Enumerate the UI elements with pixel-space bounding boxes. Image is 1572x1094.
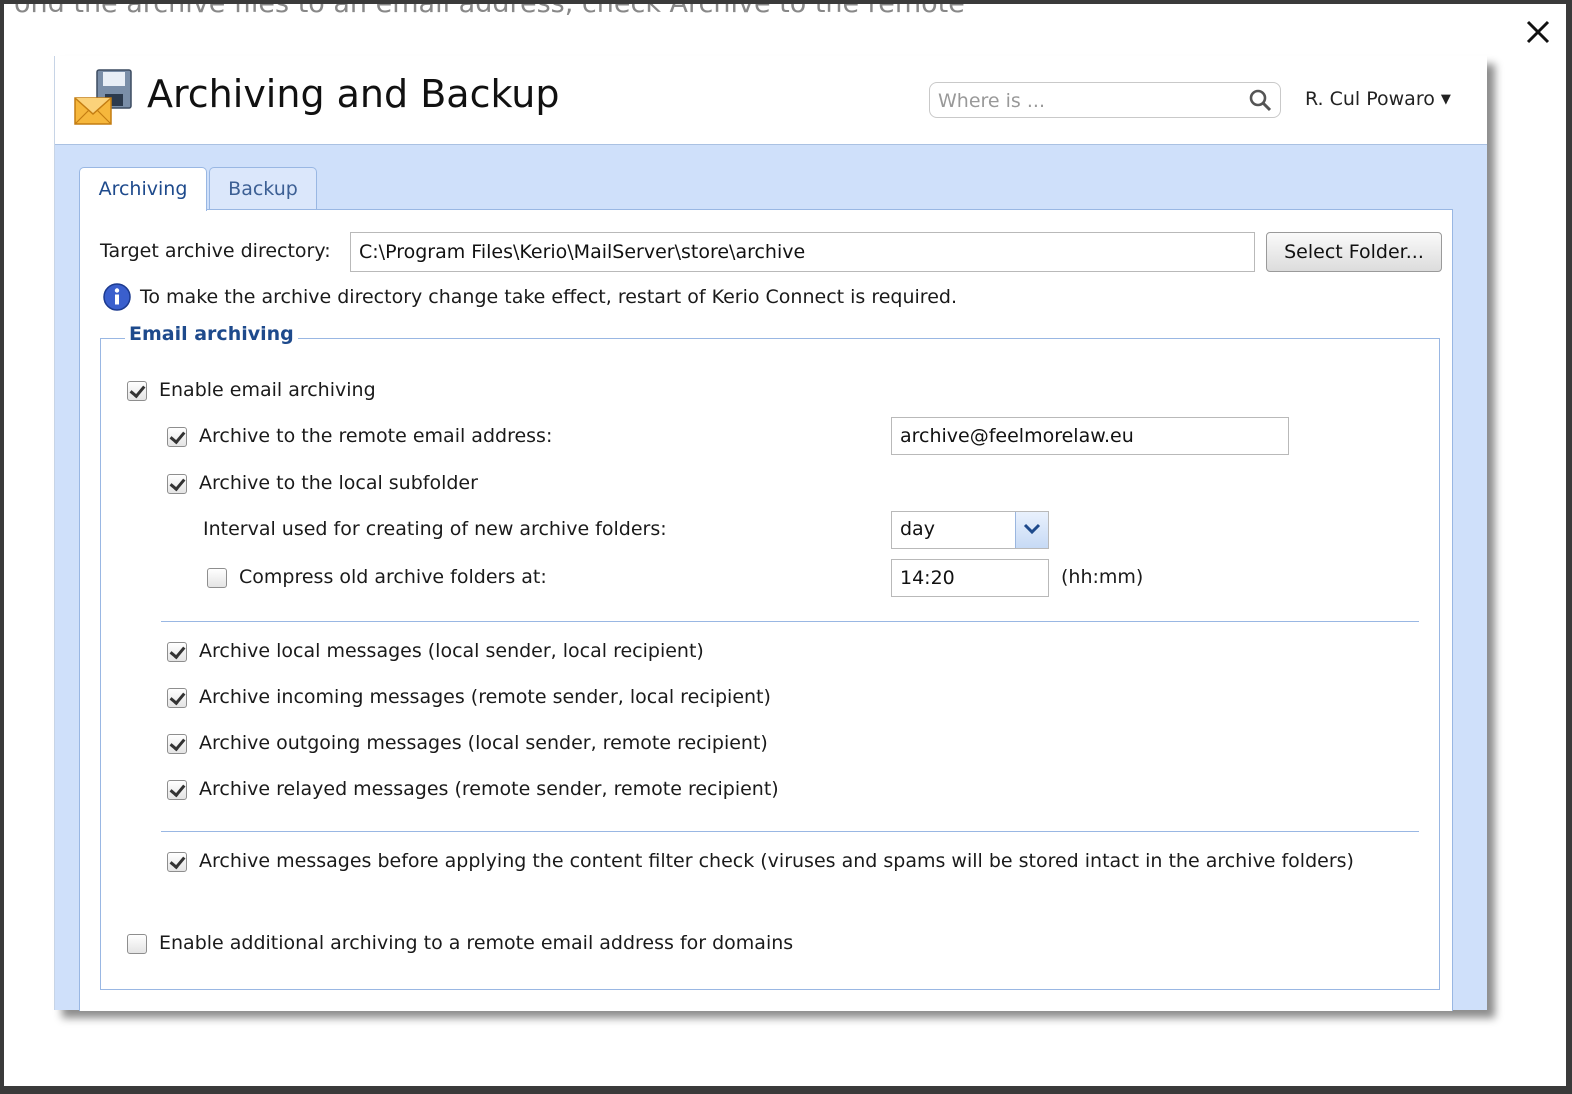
- time-unit-label: (hh:mm): [1061, 566, 1144, 588]
- archive-before-filter-checkbox[interactable]: [167, 852, 187, 872]
- archive-local-messages-label: Archive local messages (local sender, lo…: [199, 640, 704, 662]
- additional-archiving-checkbox[interactable]: [127, 934, 147, 954]
- archiving-panel: Target archive directory: Select Folder.…: [79, 209, 1453, 1011]
- compress-label: Compress old archive folders at:: [239, 566, 547, 588]
- interval-select[interactable]: day: [891, 511, 1049, 549]
- close-icon[interactable]: [1520, 14, 1556, 50]
- background-text: ond the archive files to an email addres…: [14, 4, 965, 19]
- archive-local-label: Archive to the local subfolder: [199, 472, 478, 494]
- archive-local-messages-checkbox[interactable]: [167, 642, 187, 662]
- content-area: Archiving Backup Target archive director…: [55, 145, 1487, 1011]
- modal-frame: ond the archive files to an email addres…: [4, 4, 1566, 1086]
- interval-label: Interval used for creating of new archiv…: [203, 518, 667, 540]
- archive-before-filter-label: Archive messages before applying the con…: [199, 850, 1354, 872]
- tab-backup[interactable]: Backup: [209, 167, 317, 210]
- archive-incoming-messages-checkbox[interactable]: [167, 688, 187, 708]
- email-archiving-legend: Email archiving: [125, 323, 298, 345]
- archive-outgoing-messages-checkbox[interactable]: [167, 734, 187, 754]
- archiving-backup-window: Archiving and Backup R. Cul Powaro ▼ Arch…: [54, 56, 1487, 1011]
- info-text: To make the archive directory change tak…: [140, 286, 957, 308]
- app-floppy-mail-icon: [71, 68, 135, 128]
- archive-relayed-messages-label: Archive relayed messages (remote sender,…: [199, 778, 779, 800]
- info-icon: [102, 282, 132, 312]
- window-header: Archiving and Backup R. Cul Powaro ▼: [55, 56, 1487, 145]
- archive-remote-label: Archive to the remote email address:: [199, 425, 553, 447]
- email-archiving-group: Email archiving Enable email archiving A…: [100, 323, 1440, 990]
- page-title: Archiving and Backup: [147, 72, 560, 116]
- archive-relayed-messages-checkbox[interactable]: [167, 780, 187, 800]
- search-input[interactable]: [936, 87, 1240, 115]
- archive-outgoing-messages-label: Archive outgoing messages (local sender,…: [199, 732, 768, 754]
- chevron-down-icon[interactable]: [1015, 512, 1048, 548]
- archive-local-checkbox[interactable]: [167, 474, 187, 494]
- select-folder-button[interactable]: Select Folder...: [1266, 232, 1442, 272]
- remote-email-input[interactable]: [891, 417, 1289, 455]
- archive-remote-checkbox[interactable]: [167, 427, 187, 447]
- search-box: [929, 82, 1281, 118]
- target-directory-input[interactable]: [350, 232, 1255, 272]
- archive-incoming-messages-label: Archive incoming messages (remote sender…: [199, 686, 771, 708]
- compress-checkbox[interactable]: [207, 568, 227, 588]
- separator: [161, 831, 1419, 832]
- search-icon[interactable]: [1248, 88, 1272, 112]
- target-directory-label: Target archive directory:: [100, 240, 331, 262]
- user-name: R. Cul Powaro: [1305, 88, 1435, 110]
- enable-archiving-label: Enable email archiving: [159, 379, 376, 401]
- interval-value: day: [900, 518, 935, 540]
- enable-archiving-checkbox[interactable]: [127, 381, 147, 401]
- additional-archiving-label: Enable additional archiving to a remote …: [159, 932, 794, 954]
- caret-down-icon: ▼: [1440, 92, 1451, 107]
- tab-archiving[interactable]: Archiving: [79, 167, 207, 211]
- separator: [161, 621, 1419, 622]
- compress-time-input[interactable]: [891, 559, 1049, 597]
- user-menu[interactable]: R. Cul Powaro ▼: [1305, 88, 1451, 110]
